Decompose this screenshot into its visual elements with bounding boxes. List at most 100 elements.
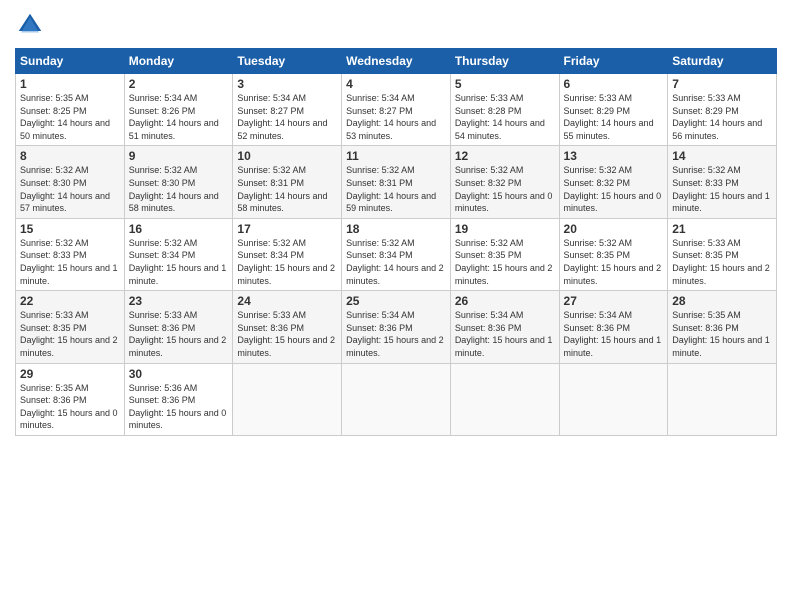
calendar-cell: 17Sunrise: 5:32 AMSunset: 8:34 PMDayligh…: [233, 218, 342, 290]
day-info: Sunrise: 5:33 AMSunset: 8:28 PMDaylight:…: [455, 92, 555, 142]
day-number: 15: [20, 222, 120, 236]
logo: [15, 10, 49, 40]
day-info: Sunrise: 5:32 AMSunset: 8:31 PMDaylight:…: [237, 164, 337, 214]
day-number: 12: [455, 149, 555, 163]
day-info: Sunrise: 5:32 AMSunset: 8:34 PMDaylight:…: [129, 237, 229, 287]
calendar-header-tuesday: Tuesday: [233, 49, 342, 74]
day-number: 24: [237, 294, 337, 308]
calendar-cell: 6Sunrise: 5:33 AMSunset: 8:29 PMDaylight…: [559, 74, 668, 146]
calendar-cell: [450, 363, 559, 435]
day-info: Sunrise: 5:34 AMSunset: 8:26 PMDaylight:…: [129, 92, 229, 142]
calendar-cell: 7Sunrise: 5:33 AMSunset: 8:29 PMDaylight…: [668, 74, 777, 146]
day-number: 22: [20, 294, 120, 308]
calendar-cell: 9Sunrise: 5:32 AMSunset: 8:30 PMDaylight…: [124, 146, 233, 218]
day-number: 7: [672, 77, 772, 91]
calendar-cell: 15Sunrise: 5:32 AMSunset: 8:33 PMDayligh…: [16, 218, 125, 290]
day-info: Sunrise: 5:32 AMSunset: 8:34 PMDaylight:…: [237, 237, 337, 287]
day-info: Sunrise: 5:33 AMSunset: 8:36 PMDaylight:…: [237, 309, 337, 359]
calendar-header-sunday: Sunday: [16, 49, 125, 74]
day-info: Sunrise: 5:34 AMSunset: 8:36 PMDaylight:…: [455, 309, 555, 359]
calendar-cell: 24Sunrise: 5:33 AMSunset: 8:36 PMDayligh…: [233, 291, 342, 363]
calendar-header-monday: Monday: [124, 49, 233, 74]
calendar-cell: 12Sunrise: 5:32 AMSunset: 8:32 PMDayligh…: [450, 146, 559, 218]
day-info: Sunrise: 5:33 AMSunset: 8:35 PMDaylight:…: [672, 237, 772, 287]
calendar: SundayMondayTuesdayWednesdayThursdayFrid…: [15, 48, 777, 436]
day-info: Sunrise: 5:32 AMSunset: 8:31 PMDaylight:…: [346, 164, 446, 214]
calendar-cell: 19Sunrise: 5:32 AMSunset: 8:35 PMDayligh…: [450, 218, 559, 290]
day-info: Sunrise: 5:34 AMSunset: 8:27 PMDaylight:…: [237, 92, 337, 142]
calendar-cell: [668, 363, 777, 435]
day-number: 26: [455, 294, 555, 308]
day-number: 25: [346, 294, 446, 308]
calendar-cell: 13Sunrise: 5:32 AMSunset: 8:32 PMDayligh…: [559, 146, 668, 218]
day-info: Sunrise: 5:33 AMSunset: 8:36 PMDaylight:…: [129, 309, 229, 359]
day-number: 6: [564, 77, 664, 91]
page: SundayMondayTuesdayWednesdayThursdayFrid…: [0, 0, 792, 612]
day-number: 30: [129, 367, 229, 381]
calendar-cell: 26Sunrise: 5:34 AMSunset: 8:36 PMDayligh…: [450, 291, 559, 363]
day-number: 23: [129, 294, 229, 308]
logo-icon: [15, 10, 45, 40]
header: [15, 10, 777, 40]
calendar-cell: [342, 363, 451, 435]
calendar-cell: 20Sunrise: 5:32 AMSunset: 8:35 PMDayligh…: [559, 218, 668, 290]
calendar-cell: 21Sunrise: 5:33 AMSunset: 8:35 PMDayligh…: [668, 218, 777, 290]
day-number: 18: [346, 222, 446, 236]
day-number: 29: [20, 367, 120, 381]
calendar-header-saturday: Saturday: [668, 49, 777, 74]
day-info: Sunrise: 5:32 AMSunset: 8:33 PMDaylight:…: [20, 237, 120, 287]
day-number: 19: [455, 222, 555, 236]
day-info: Sunrise: 5:32 AMSunset: 8:32 PMDaylight:…: [564, 164, 664, 214]
day-info: Sunrise: 5:32 AMSunset: 8:30 PMDaylight:…: [129, 164, 229, 214]
calendar-week-3: 15Sunrise: 5:32 AMSunset: 8:33 PMDayligh…: [16, 218, 777, 290]
calendar-cell: 5Sunrise: 5:33 AMSunset: 8:28 PMDaylight…: [450, 74, 559, 146]
day-number: 2: [129, 77, 229, 91]
day-number: 3: [237, 77, 337, 91]
calendar-week-4: 22Sunrise: 5:33 AMSunset: 8:35 PMDayligh…: [16, 291, 777, 363]
calendar-week-1: 1Sunrise: 5:35 AMSunset: 8:25 PMDaylight…: [16, 74, 777, 146]
calendar-cell: [233, 363, 342, 435]
day-number: 8: [20, 149, 120, 163]
calendar-cell: 25Sunrise: 5:34 AMSunset: 8:36 PMDayligh…: [342, 291, 451, 363]
day-number: 21: [672, 222, 772, 236]
calendar-cell: 18Sunrise: 5:32 AMSunset: 8:34 PMDayligh…: [342, 218, 451, 290]
day-number: 13: [564, 149, 664, 163]
calendar-cell: 10Sunrise: 5:32 AMSunset: 8:31 PMDayligh…: [233, 146, 342, 218]
day-number: 10: [237, 149, 337, 163]
calendar-header-thursday: Thursday: [450, 49, 559, 74]
calendar-cell: 22Sunrise: 5:33 AMSunset: 8:35 PMDayligh…: [16, 291, 125, 363]
day-info: Sunrise: 5:34 AMSunset: 8:36 PMDaylight:…: [564, 309, 664, 359]
day-number: 27: [564, 294, 664, 308]
day-info: Sunrise: 5:33 AMSunset: 8:29 PMDaylight:…: [564, 92, 664, 142]
day-info: Sunrise: 5:32 AMSunset: 8:35 PMDaylight:…: [564, 237, 664, 287]
day-info: Sunrise: 5:36 AMSunset: 8:36 PMDaylight:…: [129, 382, 229, 432]
calendar-cell: 30Sunrise: 5:36 AMSunset: 8:36 PMDayligh…: [124, 363, 233, 435]
day-info: Sunrise: 5:33 AMSunset: 8:29 PMDaylight:…: [672, 92, 772, 142]
day-number: 4: [346, 77, 446, 91]
calendar-header-row: SundayMondayTuesdayWednesdayThursdayFrid…: [16, 49, 777, 74]
day-info: Sunrise: 5:35 AMSunset: 8:25 PMDaylight:…: [20, 92, 120, 142]
day-number: 17: [237, 222, 337, 236]
day-info: Sunrise: 5:32 AMSunset: 8:32 PMDaylight:…: [455, 164, 555, 214]
day-number: 1: [20, 77, 120, 91]
day-info: Sunrise: 5:34 AMSunset: 8:36 PMDaylight:…: [346, 309, 446, 359]
calendar-cell: 27Sunrise: 5:34 AMSunset: 8:36 PMDayligh…: [559, 291, 668, 363]
day-number: 16: [129, 222, 229, 236]
day-info: Sunrise: 5:32 AMSunset: 8:34 PMDaylight:…: [346, 237, 446, 287]
calendar-cell: 23Sunrise: 5:33 AMSunset: 8:36 PMDayligh…: [124, 291, 233, 363]
day-info: Sunrise: 5:32 AMSunset: 8:33 PMDaylight:…: [672, 164, 772, 214]
calendar-cell: 11Sunrise: 5:32 AMSunset: 8:31 PMDayligh…: [342, 146, 451, 218]
day-number: 9: [129, 149, 229, 163]
day-info: Sunrise: 5:35 AMSunset: 8:36 PMDaylight:…: [20, 382, 120, 432]
day-number: 11: [346, 149, 446, 163]
calendar-week-5: 29Sunrise: 5:35 AMSunset: 8:36 PMDayligh…: [16, 363, 777, 435]
calendar-week-2: 8 Sunrise: 5:32 AMSunset: 8:30 PMDaylight…: [16, 146, 777, 218]
day-number: 14: [672, 149, 772, 163]
calendar-cell: 29Sunrise: 5:35 AMSunset: 8:36 PMDayligh…: [16, 363, 125, 435]
calendar-cell: 2Sunrise: 5:34 AMSunset: 8:26 PMDaylight…: [124, 74, 233, 146]
calendar-cell: 1Sunrise: 5:35 AMSunset: 8:25 PMDaylight…: [16, 74, 125, 146]
day-number: 20: [564, 222, 664, 236]
day-info: Sunrise: 5:33 AMSunset: 8:35 PMDaylight:…: [20, 309, 120, 359]
day-number: 28: [672, 294, 772, 308]
calendar-cell: 4Sunrise: 5:34 AMSunset: 8:27 PMDaylight…: [342, 74, 451, 146]
